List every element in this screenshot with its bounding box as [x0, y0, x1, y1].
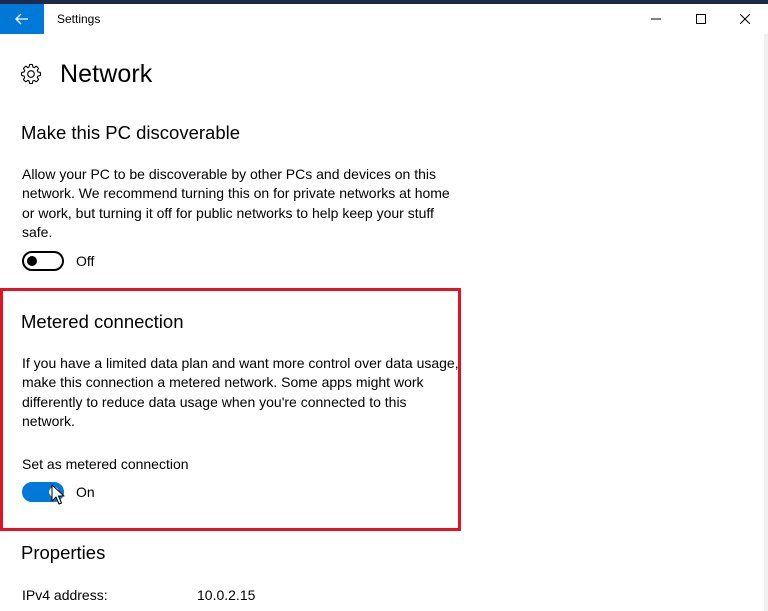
metered-setting-label: Set as metered connection — [22, 456, 189, 472]
scrollbar[interactable] — [764, 34, 768, 611]
close-button[interactable] — [722, 4, 768, 34]
metered-toggle[interactable] — [22, 482, 64, 502]
back-button[interactable] — [0, 4, 44, 34]
metered-toggle-state: On — [76, 484, 95, 500]
properties-section-title: Properties — [21, 542, 106, 563]
minimize-icon — [651, 18, 661, 20]
page-title: Network — [60, 59, 153, 88]
maximize-icon — [696, 14, 706, 24]
page-header: Network — [20, 58, 152, 90]
discoverable-toggle-state: Off — [76, 253, 95, 269]
maximize-button[interactable] — [678, 4, 724, 34]
discoverable-toggle[interactable] — [22, 251, 64, 271]
arrow-left-icon — [15, 13, 28, 25]
toggle-knob — [49, 487, 59, 497]
settings-window: Settings Network Make this PC discoverab… — [0, 0, 768, 611]
ipv4-value: 10.0.2.15 — [197, 587, 256, 603]
metered-section-title: Metered connection — [21, 311, 184, 332]
window-title: Settings — [57, 12, 101, 26]
discoverable-description: Allow your PC to be discoverable by othe… — [22, 166, 450, 240]
close-icon — [740, 14, 750, 24]
minimize-button[interactable] — [633, 4, 679, 34]
ipv4-label: IPv4 address: — [22, 587, 108, 603]
gear-icon — [20, 63, 42, 85]
discoverable-section-title: Make this PC discoverable — [21, 122, 241, 143]
titlebar: Settings — [0, 4, 768, 34]
toggle-knob — [27, 256, 37, 266]
metered-description: If you have a limited data plan and want… — [22, 355, 459, 429]
